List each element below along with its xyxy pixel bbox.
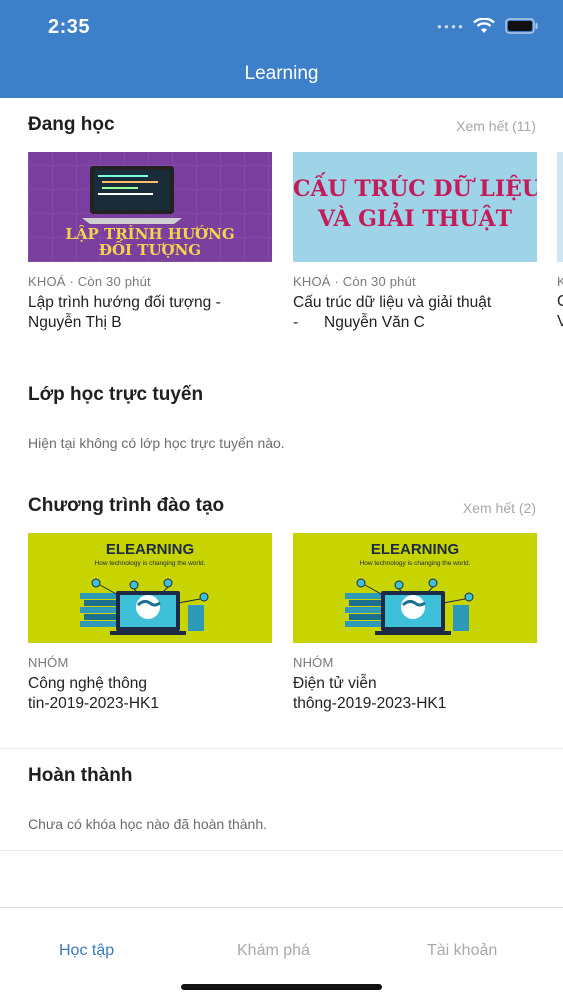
course-card[interactable]: CẤU TRÚC DỮ LIỆU VÀ GIẢI THUẬT KHOÁ · Cò… xyxy=(293,152,537,333)
course-meta: KHOÁ · Còn 30 phút xyxy=(28,274,151,289)
course-thumbnail-text: LẬP TRÌNH HƯỚNG ĐỐI TƯỢNG xyxy=(65,225,235,259)
course-title: Lập trình hướng đối tượng - Nguyễn Thị B xyxy=(28,294,221,331)
course-card[interactable]: LẬP TRÌNH HƯỚNG ĐỐI TƯỢNG KHOÁ · Còn 30 … xyxy=(28,152,272,333)
wifi-icon xyxy=(473,18,495,34)
training-see-all-link[interactable]: Xem hết (2) xyxy=(463,500,536,516)
online-class-section-title: Lớp học trực tuyến xyxy=(28,384,204,405)
status-icons: ● ● ● ● xyxy=(437,18,539,34)
page-title: Learning xyxy=(244,63,319,84)
tab-tai-khoan[interactable]: Tài khoản xyxy=(427,942,497,960)
program-card[interactable]: ELEARNING How technology is changing the… xyxy=(28,533,272,714)
program-meta: NHÓM xyxy=(293,655,334,670)
training-section-title: Chương trình đào tạo xyxy=(28,495,225,516)
tab-kham-pha[interactable]: Khám phá xyxy=(237,942,310,960)
status-time: 2:35 xyxy=(48,16,91,38)
course-title: Cấu trúc dữ liệu và giải thuật - Nguyễn … xyxy=(293,294,492,331)
course-meta: KHOÁ · Còn 30 phút xyxy=(293,274,416,289)
program-meta: NHÓM xyxy=(28,655,69,670)
online-class-empty-text: Hiện tại không có lớp học trực tuyến nào… xyxy=(28,435,285,451)
completed-section-title: Hoàn thành xyxy=(28,765,133,786)
completed-empty-text: Chưa có khóa học nào đã hoàn thành. xyxy=(28,816,267,832)
program-card[interactable]: ELEARNING How technology is changing the… xyxy=(293,533,537,714)
next-course-title-peek: C V xyxy=(557,293,563,330)
studying-section-title: Đang học xyxy=(28,114,115,135)
section-divider xyxy=(0,850,563,851)
elearning-illustration-icon xyxy=(80,578,209,635)
course-thumbnail: LẬP TRÌNH HƯỚNG ĐỐI TƯỢNG xyxy=(28,152,272,262)
program-title: Điện tử viễn thông-2019-2023-HK1 xyxy=(293,675,447,712)
program-thumbnail: ELEARNING How technology is changing the… xyxy=(28,533,272,643)
elearning-illustration-icon xyxy=(345,578,474,635)
signal-icon: ● ● ● ● xyxy=(437,21,463,31)
course-thumbnail-text: CẤU TRÚC DỮ LIỆU VÀ GIẢI THUẬT xyxy=(293,176,537,232)
section-divider xyxy=(0,748,563,749)
next-course-meta-peek: K xyxy=(557,274,563,289)
course-thumbnail: CẤU TRÚC DỮ LIỆU VÀ GIẢI THUẬT xyxy=(293,152,537,262)
home-indicator[interactable] xyxy=(181,984,382,990)
tab-hoc-tap[interactable]: Học tập xyxy=(59,942,114,960)
program-thumbnail: ELEARNING How technology is changing the… xyxy=(293,533,537,643)
battery-icon xyxy=(505,18,539,34)
next-course-thumbnail-peek[interactable] xyxy=(557,152,563,262)
app-header: 2:35 ● ● ● ● Learning xyxy=(0,0,563,98)
program-title: Công nghệ thông tin-2019-2023-HK1 xyxy=(28,675,159,712)
studying-see-all-link[interactable]: Xem hết (11) xyxy=(456,118,536,134)
